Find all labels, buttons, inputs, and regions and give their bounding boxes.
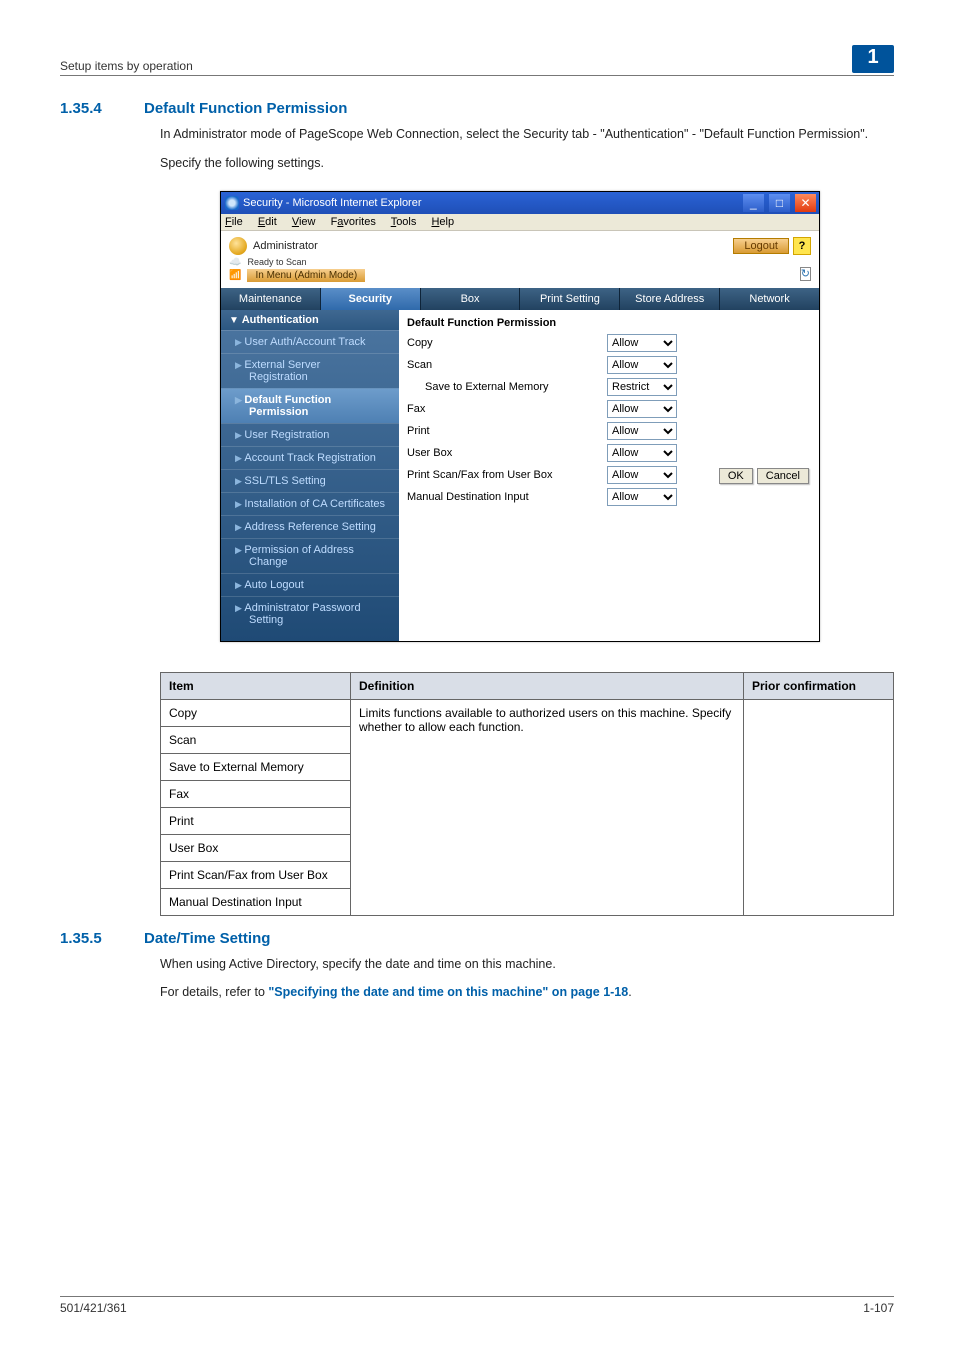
tab-store-address[interactable]: Store Address [620, 288, 720, 310]
section2-para2: For details, refer to "Specifying the da… [160, 983, 894, 1002]
section2-para2-post: . [628, 985, 631, 999]
help-button[interactable]: ? [793, 237, 811, 255]
sidebar-item-permission-address-change[interactable]: Permission of Address Change [221, 538, 399, 573]
logout-button[interactable]: Logout [733, 238, 789, 254]
td-copy: Copy [161, 699, 351, 726]
ok-button[interactable]: OK [719, 468, 753, 484]
admin-icon [229, 237, 247, 255]
section2-number: 1.35.5 [60, 930, 120, 947]
window-title: Security - Microsoft Internet Explorer [243, 197, 422, 209]
sidebar-item-auto-logout[interactable]: Auto Logout [221, 573, 399, 596]
td-userbox: User Box [161, 834, 351, 861]
cancel-button[interactable]: Cancel [757, 468, 809, 484]
sidebar-item-user-auth-account-track[interactable]: User Auth/Account Track [221, 330, 399, 353]
menu-tools[interactable]: Tools [391, 216, 417, 228]
td-definition: Limits functions available to authorized… [351, 699, 744, 915]
td-save-ext: Save to External Memory [161, 753, 351, 780]
select-user-box[interactable]: Allow [607, 444, 677, 462]
tab-security[interactable]: Security [321, 288, 421, 310]
td-mdi: Manual Destination Input [161, 888, 351, 915]
chapter-badge: 1 [852, 45, 894, 73]
sidebar-item-label-2: Permission [235, 406, 391, 418]
tab-print-setting[interactable]: Print Setting [520, 288, 620, 310]
th-item: Item [161, 672, 351, 699]
label-fax: Fax [407, 403, 607, 415]
sidebar-item-label-2: Setting [235, 614, 391, 626]
td-scan: Scan [161, 726, 351, 753]
minimize-button[interactable]: _ [743, 194, 764, 212]
ie-logo-icon [225, 196, 239, 210]
section2-title: Date/Time Setting [144, 930, 270, 947]
td-fax: Fax [161, 780, 351, 807]
section2-para1: When using Active Directory, specify the… [160, 955, 894, 974]
maximize-button[interactable]: □ [769, 194, 790, 212]
sidebar-item-admin-password-setting[interactable]: Administrator Password Setting [221, 596, 399, 631]
select-print-scan-fax-box[interactable]: Allow [607, 466, 677, 484]
sidebar-item-label: Permission of Address [244, 544, 353, 556]
mode-label: In Menu (Admin Mode) [247, 269, 365, 282]
admin-label: Administrator [253, 240, 318, 252]
label-scan: Scan [407, 359, 607, 371]
label-print: Print [407, 425, 607, 437]
label-user-box: User Box [407, 447, 607, 459]
th-prior: Prior confirmation [744, 672, 894, 699]
label-print-scan-fax-box: Print Scan/Fax from User Box [407, 469, 607, 481]
settings-pane: Default Function Permission Copy Allow S… [399, 310, 819, 641]
select-save-external[interactable]: Restrict [607, 378, 677, 396]
ie-window: Security - Microsoft Internet Explorer _… [220, 191, 820, 642]
sidebar-item-label-2: Change [235, 556, 391, 568]
sidebar-item-external-server-reg[interactable]: External Server Registration [221, 353, 399, 388]
menu-favorites[interactable]: Favorites [331, 216, 376, 228]
sidebar: Authentication User Auth/Account Track E… [221, 310, 399, 641]
td-print: Print [161, 807, 351, 834]
tab-network[interactable]: Network [720, 288, 819, 310]
section1-para2: Specify the following settings. [160, 154, 894, 173]
td-psf: Print Scan/Fax from User Box [161, 861, 351, 888]
sidebar-item-label: Administrator Password [244, 602, 360, 614]
sidebar-item-label-2: Registration [235, 371, 391, 383]
sidebar-item-default-function-permission[interactable]: Default Function Permission [221, 388, 399, 423]
menu-file[interactable]: File [225, 216, 243, 228]
footer-right: 1-107 [863, 1301, 894, 1315]
sidebar-item-label: External Server [244, 359, 320, 371]
section2-link[interactable]: "Specifying the date and time on this ma… [268, 985, 628, 999]
select-manual-dest-input[interactable]: Allow [607, 488, 677, 506]
select-fax[interactable]: Allow [607, 400, 677, 418]
close-button[interactable]: ✕ [795, 194, 816, 212]
status-icons-2: 📶 [229, 270, 241, 281]
select-copy[interactable]: Allow [607, 334, 677, 352]
ready-label: Ready to Scan [247, 257, 365, 267]
section2-para2-pre: For details, refer to [160, 985, 268, 999]
tab-maintenance[interactable]: Maintenance [221, 288, 321, 310]
menu-help[interactable]: Help [431, 216, 454, 228]
label-copy: Copy [407, 337, 607, 349]
label-save-external: Save to External Memory [407, 381, 607, 393]
sidebar-item-user-registration[interactable]: User Registration [221, 423, 399, 446]
label-manual-dest-input: Manual Destination Input [407, 491, 607, 503]
section-title: Default Function Permission [144, 100, 347, 117]
sidebar-item-ssl-tls[interactable]: SSL/TLS Setting [221, 469, 399, 492]
status-icons: ☁️ [229, 257, 241, 268]
footer-left: 501/421/361 [60, 1301, 127, 1315]
td-prior [744, 699, 894, 915]
menu-bar[interactable]: File Edit View Favorites Tools Help [221, 214, 819, 231]
th-definition: Definition [351, 672, 744, 699]
refresh-button[interactable]: ↻ [800, 267, 811, 281]
items-table: Item Definition Prior confirmation Copy … [160, 672, 894, 916]
sidebar-item-address-reference-setting[interactable]: Address Reference Setting [221, 515, 399, 538]
running-title: Setup items by operation [60, 59, 193, 73]
select-print[interactable]: Allow [607, 422, 677, 440]
sidebar-group-authentication[interactable]: Authentication [221, 310, 399, 330]
pane-title: Default Function Permission [399, 314, 819, 332]
select-scan[interactable]: Allow [607, 356, 677, 374]
sidebar-item-label: Default Function [244, 394, 331, 406]
menu-view[interactable]: View [292, 216, 316, 228]
menu-edit[interactable]: Edit [258, 216, 277, 228]
sidebar-item-ca-certificates[interactable]: Installation of CA Certificates [221, 492, 399, 515]
section1-para1: In Administrator mode of PageScope Web C… [160, 125, 894, 144]
tab-box[interactable]: Box [421, 288, 521, 310]
section-number: 1.35.4 [60, 100, 120, 117]
sidebar-item-account-track-registration[interactable]: Account Track Registration [221, 446, 399, 469]
